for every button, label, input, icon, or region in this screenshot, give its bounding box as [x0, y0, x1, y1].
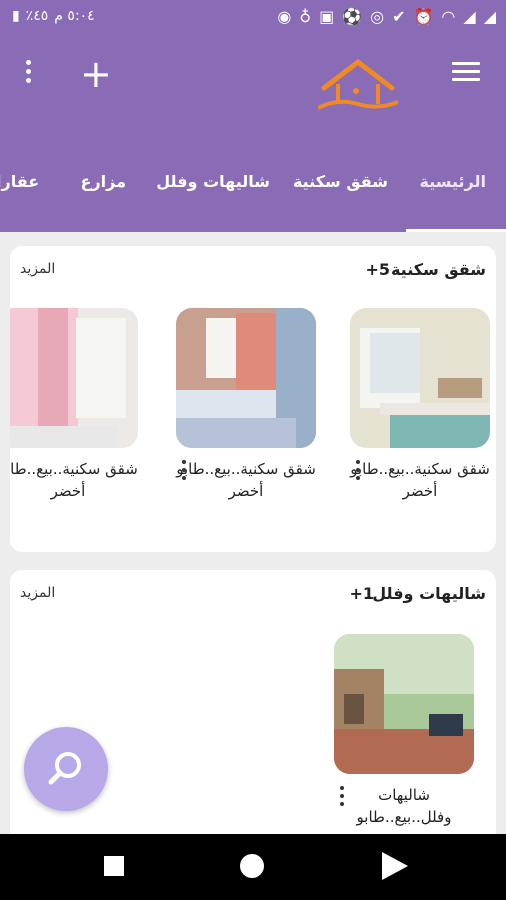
- section-title: شاليهات وفلل: [372, 584, 486, 603]
- listing-image: [176, 308, 316, 448]
- app-bar: + الرئيسية شقق سكنية شاليهات وفلل مزارع …: [0, 36, 506, 232]
- more-link[interactable]: المزيد: [20, 585, 55, 601]
- section-apartments: شقق سكنية +5 المزيد شقق سكنية..بيع..طابو…: [10, 246, 496, 552]
- search-fab-button[interactable]: [24, 727, 108, 811]
- circle-icon: ◎: [370, 7, 385, 26]
- search-icon: [48, 752, 81, 785]
- section-chalets: شاليهات وفلل +1 المزيد شاليهات وفلل..بيع…: [10, 570, 496, 850]
- section-header: شاليهات وفلل +1 المزيد: [20, 584, 486, 608]
- battery-level: ٤٥٪: [25, 8, 49, 24]
- signal-icon: ◢: [463, 7, 476, 26]
- wifi-icon: ◠: [441, 7, 456, 26]
- status-bar: ٥:٠٤ م ٤٥٪ ▮ ◉ ♁ ▣ ⚽ ◎ ✔ ⏰ ◠ ◢ ◢: [0, 0, 506, 36]
- category-tabs: الرئيسية شقق سكنية شاليهات وفلل مزارع عق…: [0, 164, 506, 232]
- status-time: ٥:٠٤ م: [54, 8, 95, 24]
- tab-chalets[interactable]: شاليهات وفلل: [156, 172, 270, 191]
- tab-apartments[interactable]: شقق سكنية: [293, 172, 388, 191]
- active-tab-indicator: [406, 229, 506, 232]
- alarm-icon: ⏰: [413, 7, 434, 26]
- more-vertical-icon[interactable]: [340, 786, 346, 810]
- listing-image: [334, 634, 474, 774]
- recent-apps-icon[interactable]: [84, 834, 144, 900]
- back-icon[interactable]: [364, 834, 424, 900]
- soccer-icon: ⚽: [342, 7, 363, 26]
- section-title: شقق سكنية: [390, 260, 486, 279]
- app-icon: ▣: [319, 7, 335, 26]
- bulb-icon: ♁: [299, 7, 312, 26]
- section-count: +5: [365, 260, 390, 279]
- listing-title: شقق سكنية..بيع..طابو أخضر: [176, 460, 316, 500]
- status-icons: ◉ ♁ ▣ ⚽ ◎ ✔ ⏰ ◠ ◢ ◢: [277, 6, 496, 28]
- menu-icon[interactable]: [452, 62, 480, 84]
- messenger-icon: ◉: [277, 7, 292, 26]
- tab-home[interactable]: الرئيسية: [420, 172, 487, 191]
- listing-image: [350, 308, 490, 448]
- more-vertical-icon[interactable]: [26, 60, 34, 87]
- home-icon[interactable]: [222, 834, 282, 900]
- more-vertical-icon[interactable]: [182, 460, 188, 484]
- tab-farms[interactable]: مزارع: [81, 172, 126, 191]
- battery-icon: ▮: [12, 8, 20, 24]
- system-nav-bar: [0, 834, 506, 900]
- status-time-battery: ٥:٠٤ م ٤٥٪ ▮: [12, 8, 95, 24]
- more-vertical-icon[interactable]: [356, 460, 362, 484]
- signal-icon: ◢: [483, 7, 496, 26]
- add-icon[interactable]: +: [80, 54, 112, 94]
- listing-image: [10, 308, 138, 448]
- logo: [318, 58, 398, 110]
- section-header: شقق سكنية +5 المزيد: [20, 260, 486, 284]
- brand-icon: ✔: [392, 7, 406, 26]
- listing-title: شقق سكنية..بيع..طابو أخضر: [10, 460, 138, 500]
- listing-title: شاليهات وفلل..بيع..طابو: [356, 786, 452, 826]
- more-link[interactable]: المزيد: [20, 261, 55, 277]
- section-count: +1: [349, 584, 374, 603]
- listing-title: شقق سكنية..بيع..طابو أخضر: [350, 460, 490, 500]
- tab-realestate[interactable]: عقارا: [0, 172, 39, 191]
